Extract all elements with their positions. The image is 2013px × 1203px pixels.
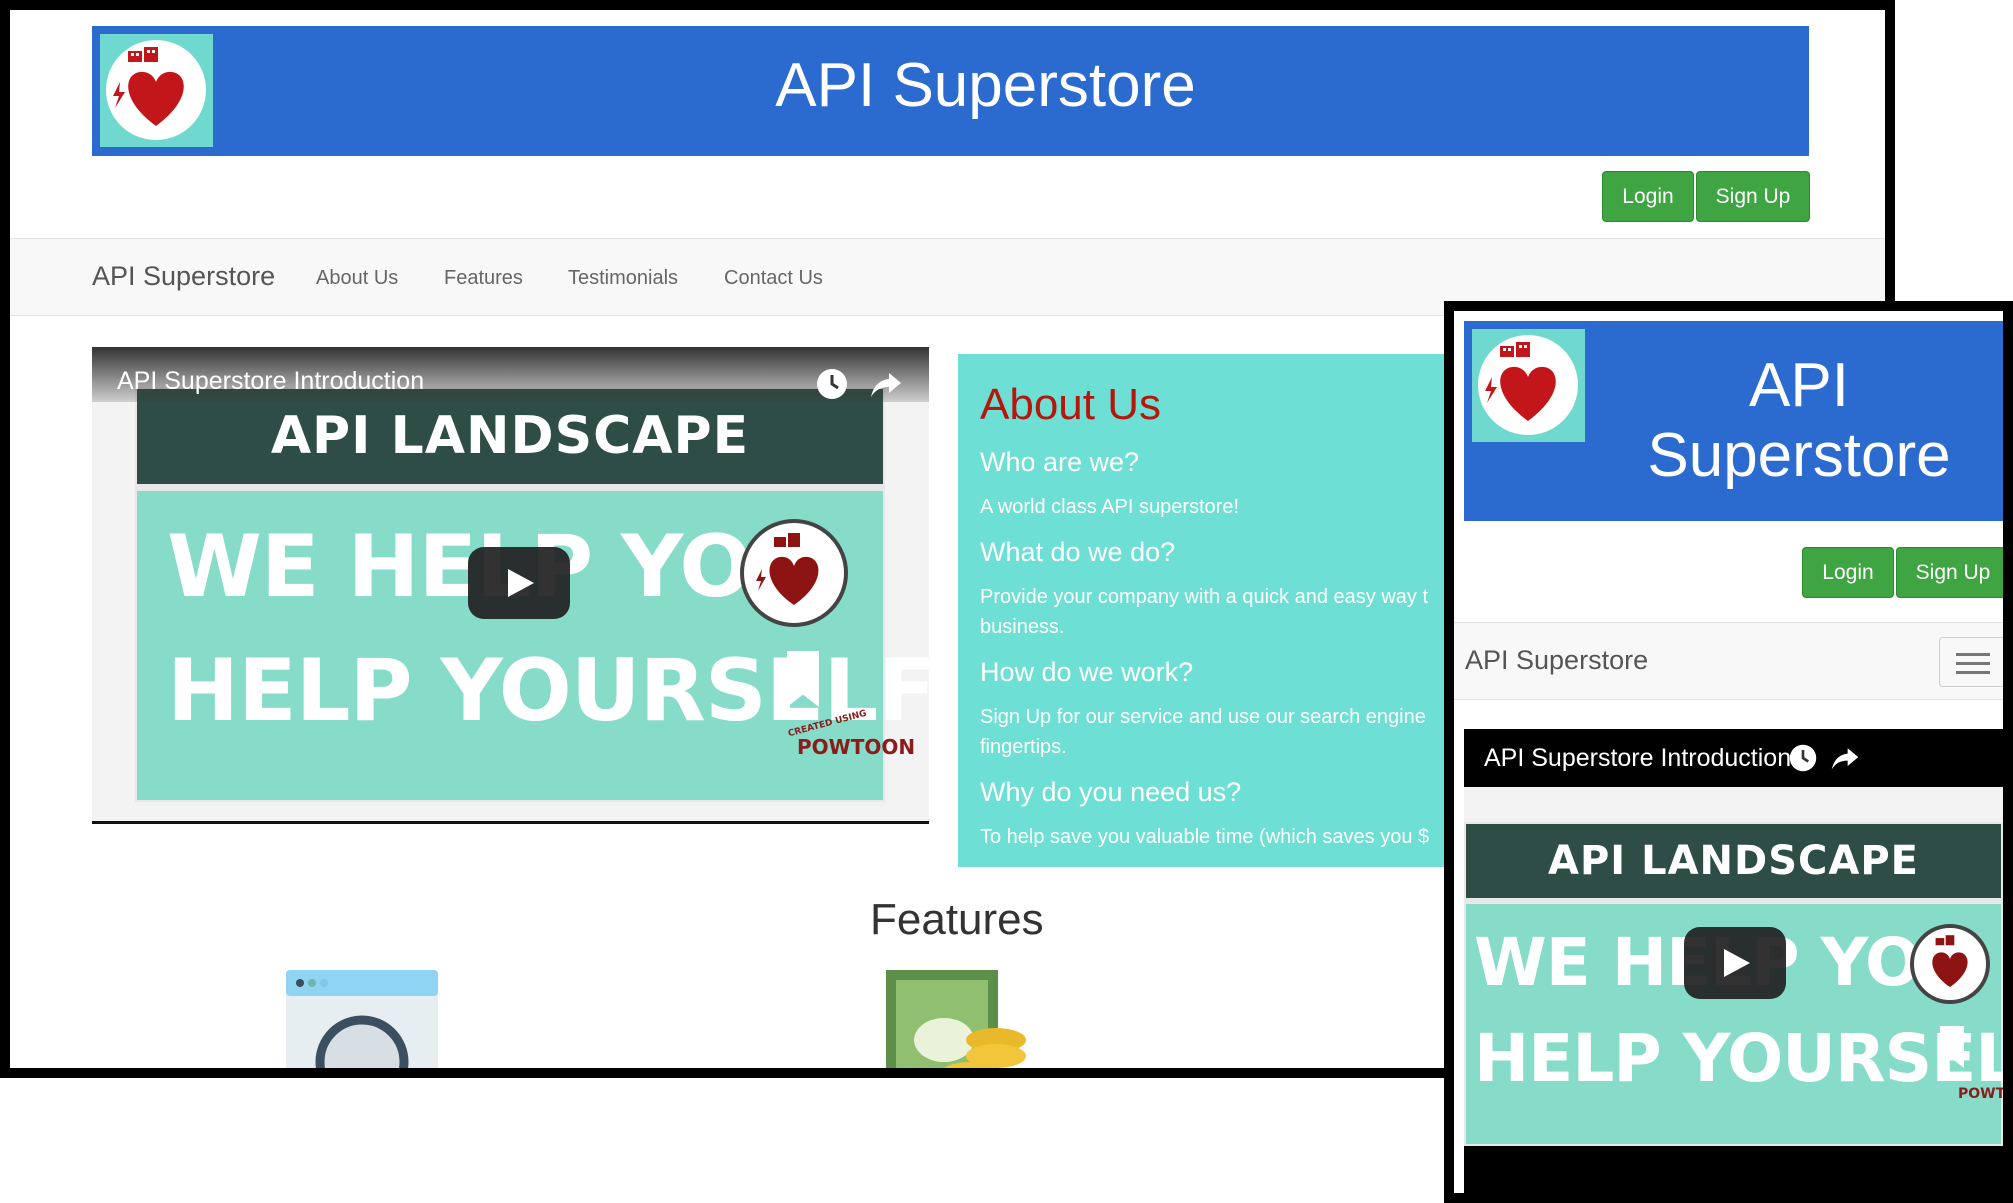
- slide-heading: API LANDSCAPE: [137, 389, 883, 484]
- watermark: POWTOON: [797, 735, 916, 759]
- page-title: API Superstore: [775, 51, 1196, 120]
- nav-item-testimonials[interactable]: Testimonials: [568, 267, 678, 290]
- login-button[interactable]: Login: [1602, 171, 1694, 222]
- mobile-view: API Superstore Login Sign Up API Superst…: [1444, 301, 2013, 1203]
- mobile-slide-heart-logo-icon: [1910, 924, 1990, 1004]
- play-icon: [1724, 949, 1750, 977]
- slide-heart-logo-icon: [740, 519, 848, 627]
- navbar-brand[interactable]: API Superstore: [92, 261, 275, 292]
- nav-item-about-us[interactable]: About Us: [316, 267, 398, 290]
- mobile-share-icon[interactable]: [1830, 743, 1860, 773]
- mobile-watermark: POWTOON: [1958, 1086, 2003, 1102]
- money-coins-icon: [886, 970, 1026, 1068]
- nav-item-contact-us[interactable]: Contact Us: [724, 267, 823, 290]
- mobile-logo[interactable]: [1472, 329, 1585, 442]
- mobile-slide-heading: API LANDSCAPE: [1466, 824, 2001, 898]
- mobile-page-title: API Superstore: [1604, 351, 1994, 491]
- mobile-navbar: API Superstore: [1454, 622, 2003, 700]
- share-icon[interactable]: [869, 367, 903, 401]
- hamburger-icon: [1956, 653, 1990, 656]
- about-title: About Us: [980, 380, 1161, 429]
- mobile-login-button[interactable]: Login: [1802, 547, 1894, 598]
- mobile-intro-video-player[interactable]: API LANDSCAPE WE HELP YOU HELP YOURSELF …: [1464, 729, 2003, 1193]
- about-question-3: How do we work?: [980, 657, 1194, 687]
- mobile-clock-icon[interactable]: [1788, 743, 1818, 773]
- heart-logo-icon: [1478, 335, 1578, 435]
- intro-video-player[interactable]: API LANDSCAPE WE HELP YOU HELP YOURSELF …: [92, 347, 929, 824]
- hamburger-menu-button[interactable]: [1939, 637, 2003, 687]
- about-question-4: Why do you need us?: [980, 777, 1242, 807]
- search-window-icon: [286, 970, 438, 1068]
- mobile-signup-button[interactable]: Sign Up: [1896, 547, 2003, 598]
- mobile-play-button[interactable]: [1684, 927, 1786, 999]
- nav-item-features[interactable]: Features: [444, 267, 523, 290]
- play-button[interactable]: [468, 547, 570, 619]
- about-question-2: What do we do?: [980, 537, 1176, 567]
- about-question-1: Who are we?: [980, 447, 1140, 477]
- mobile-header-banner: API Superstore: [1464, 321, 2003, 521]
- mobile-navbar-brand[interactable]: API Superstore: [1465, 645, 1648, 676]
- mobile-video-title[interactable]: API Superstore Introduction: [1484, 744, 1791, 773]
- features-heading: Features: [870, 895, 1044, 944]
- mobile-slide-line-2: HELP YOURSELF: [1474, 1020, 2003, 1097]
- play-icon: [508, 569, 534, 597]
- clock-icon[interactable]: [815, 367, 849, 401]
- mobile-title-line-2: Superstore: [1647, 421, 1951, 490]
- mobile-title-line-1: API: [1749, 351, 1849, 420]
- video-title[interactable]: API Superstore Introduction: [117, 367, 424, 396]
- header-banner: API Superstore: [92, 26, 1809, 156]
- signup-button[interactable]: Sign Up: [1696, 171, 1810, 222]
